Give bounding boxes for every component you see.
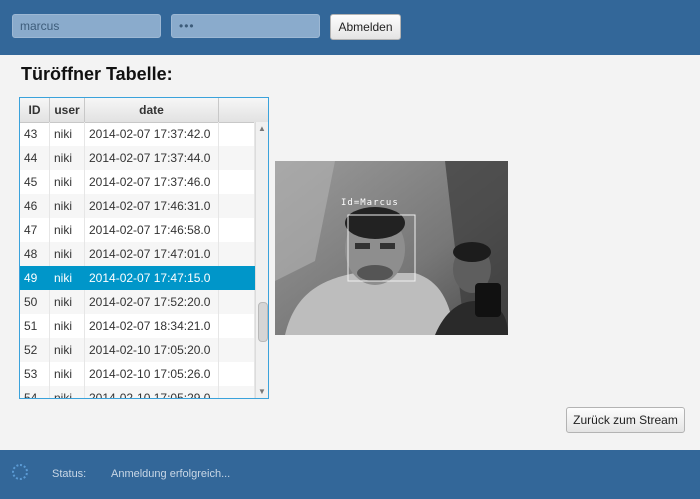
cell-user: niki [50,122,85,146]
scroll-down-icon[interactable]: ▼ [258,387,266,396]
cell-user: niki [50,314,85,338]
cell-empty [219,386,255,398]
username-field[interactable] [12,14,161,38]
logout-button[interactable]: Abmelden [330,14,401,40]
table-row[interactable]: 51 niki 2014-02-07 18:34:21.0 [20,314,255,338]
cell-user: niki [50,146,85,170]
face-id-label: Id=Marcus [341,198,399,208]
page-title: Türöffner Tabelle: [21,64,173,84]
table-body: 43 niki 2014-02-07 17:37:42.0 44 niki 2014-02… [20,122,255,398]
cell-date: 2014-02-07 17:46:31.0 [85,194,219,218]
cell-id: 50 [20,290,50,314]
cell-id: 44 [20,146,50,170]
cell-id: 45 [20,170,50,194]
cell-id: 54 [20,386,50,398]
cell-empty [219,170,255,194]
cell-user: niki [50,362,85,386]
cell-date: 2014-02-10 17:05:20.0 [85,338,219,362]
table-row[interactable]: 45 niki 2014-02-07 17:37:46.0 [20,170,255,194]
cell-user: niki [50,218,85,242]
table-row[interactable]: 46 niki 2014-02-07 17:46:31.0 [20,194,255,218]
column-header-id[interactable]: ID [20,98,50,122]
status-label: Status: [52,468,87,480]
table-row[interactable]: 52 niki 2014-02-10 17:05:20.0 [20,338,255,362]
cell-date: 2014-02-07 17:37:46.0 [85,170,219,194]
cell-empty [219,266,255,290]
cell-date: 2014-02-07 17:37:44.0 [85,146,219,170]
cell-user: niki [50,386,85,398]
cell-id: 43 [20,122,50,146]
camera-image [275,161,508,335]
cell-user: niki [50,338,85,362]
column-header-user[interactable]: user [50,98,85,122]
table-scrollbar[interactable]: ▲ ▼ [255,122,268,398]
password-field[interactable]: ••• [171,14,320,38]
cell-empty [219,290,255,314]
cell-date: 2014-02-07 17:52:20.0 [85,290,219,314]
cell-date: 2014-02-07 18:34:21.0 [85,314,219,338]
cell-empty [219,194,255,218]
cell-empty [219,242,255,266]
cell-user: niki [50,194,85,218]
table-header: ID user date [20,98,268,123]
loading-spinner-icon [12,464,28,480]
cell-id: 48 [20,242,50,266]
table-row[interactable]: 43 niki 2014-02-07 17:37:42.0 [20,122,255,146]
cell-user: niki [50,242,85,266]
top-bar: ••• Abmelden [0,0,700,55]
cell-user: niki [50,290,85,314]
scroll-up-icon[interactable]: ▲ [258,124,266,133]
scrollbar-thumb[interactable] [258,302,268,342]
table-row[interactable]: 54 niki 2014-02-10 17:05:29.0 [20,386,255,398]
cell-empty [219,218,255,242]
table-row[interactable]: 44 niki 2014-02-07 17:37:44.0 [20,146,255,170]
cell-empty [219,314,255,338]
cell-id: 53 [20,362,50,386]
cell-id: 52 [20,338,50,362]
cell-date: 2014-02-07 17:37:42.0 [85,122,219,146]
column-header-date[interactable]: date [85,98,219,122]
cell-id: 51 [20,314,50,338]
cell-user: niki [50,266,85,290]
cell-date: 2014-02-07 17:47:01.0 [85,242,219,266]
cell-empty [219,122,255,146]
table-row[interactable]: 48 niki 2014-02-07 17:47:01.0 [20,242,255,266]
table-row[interactable]: 47 niki 2014-02-07 17:46:58.0 [20,218,255,242]
table-row[interactable]: 50 niki 2014-02-07 17:52:20.0 [20,290,255,314]
cell-empty [219,362,255,386]
table-row[interactable]: 53 niki 2014-02-10 17:05:26.0 [20,362,255,386]
cell-id: 46 [20,194,50,218]
cell-date: 2014-02-10 17:05:26.0 [85,362,219,386]
access-log-table[interactable]: ID user date 43 niki 2014-02-07 17:37:42.0… [19,97,269,399]
back-to-stream-button[interactable]: Zurück zum Stream [566,407,685,433]
cell-empty [219,338,255,362]
cell-user: niki [50,170,85,194]
status-message: Anmeldung erfolgreich... [111,468,231,480]
status-bar: Status: Anmeldung erfolgreich... [0,450,700,499]
table-row-selected[interactable]: 49 niki 2014-02-07 17:47:15.0 [20,266,255,290]
cell-date: 2014-02-10 17:05:29.0 [85,386,219,398]
camera-snapshot: Id=Marcus [275,161,508,335]
cell-id: 47 [20,218,50,242]
column-header-filler [219,98,268,122]
cell-id: 49 [20,266,50,290]
cell-date: 2014-02-07 17:46:58.0 [85,218,219,242]
cell-date: 2014-02-07 17:47:15.0 [85,266,219,290]
cell-empty [219,146,255,170]
